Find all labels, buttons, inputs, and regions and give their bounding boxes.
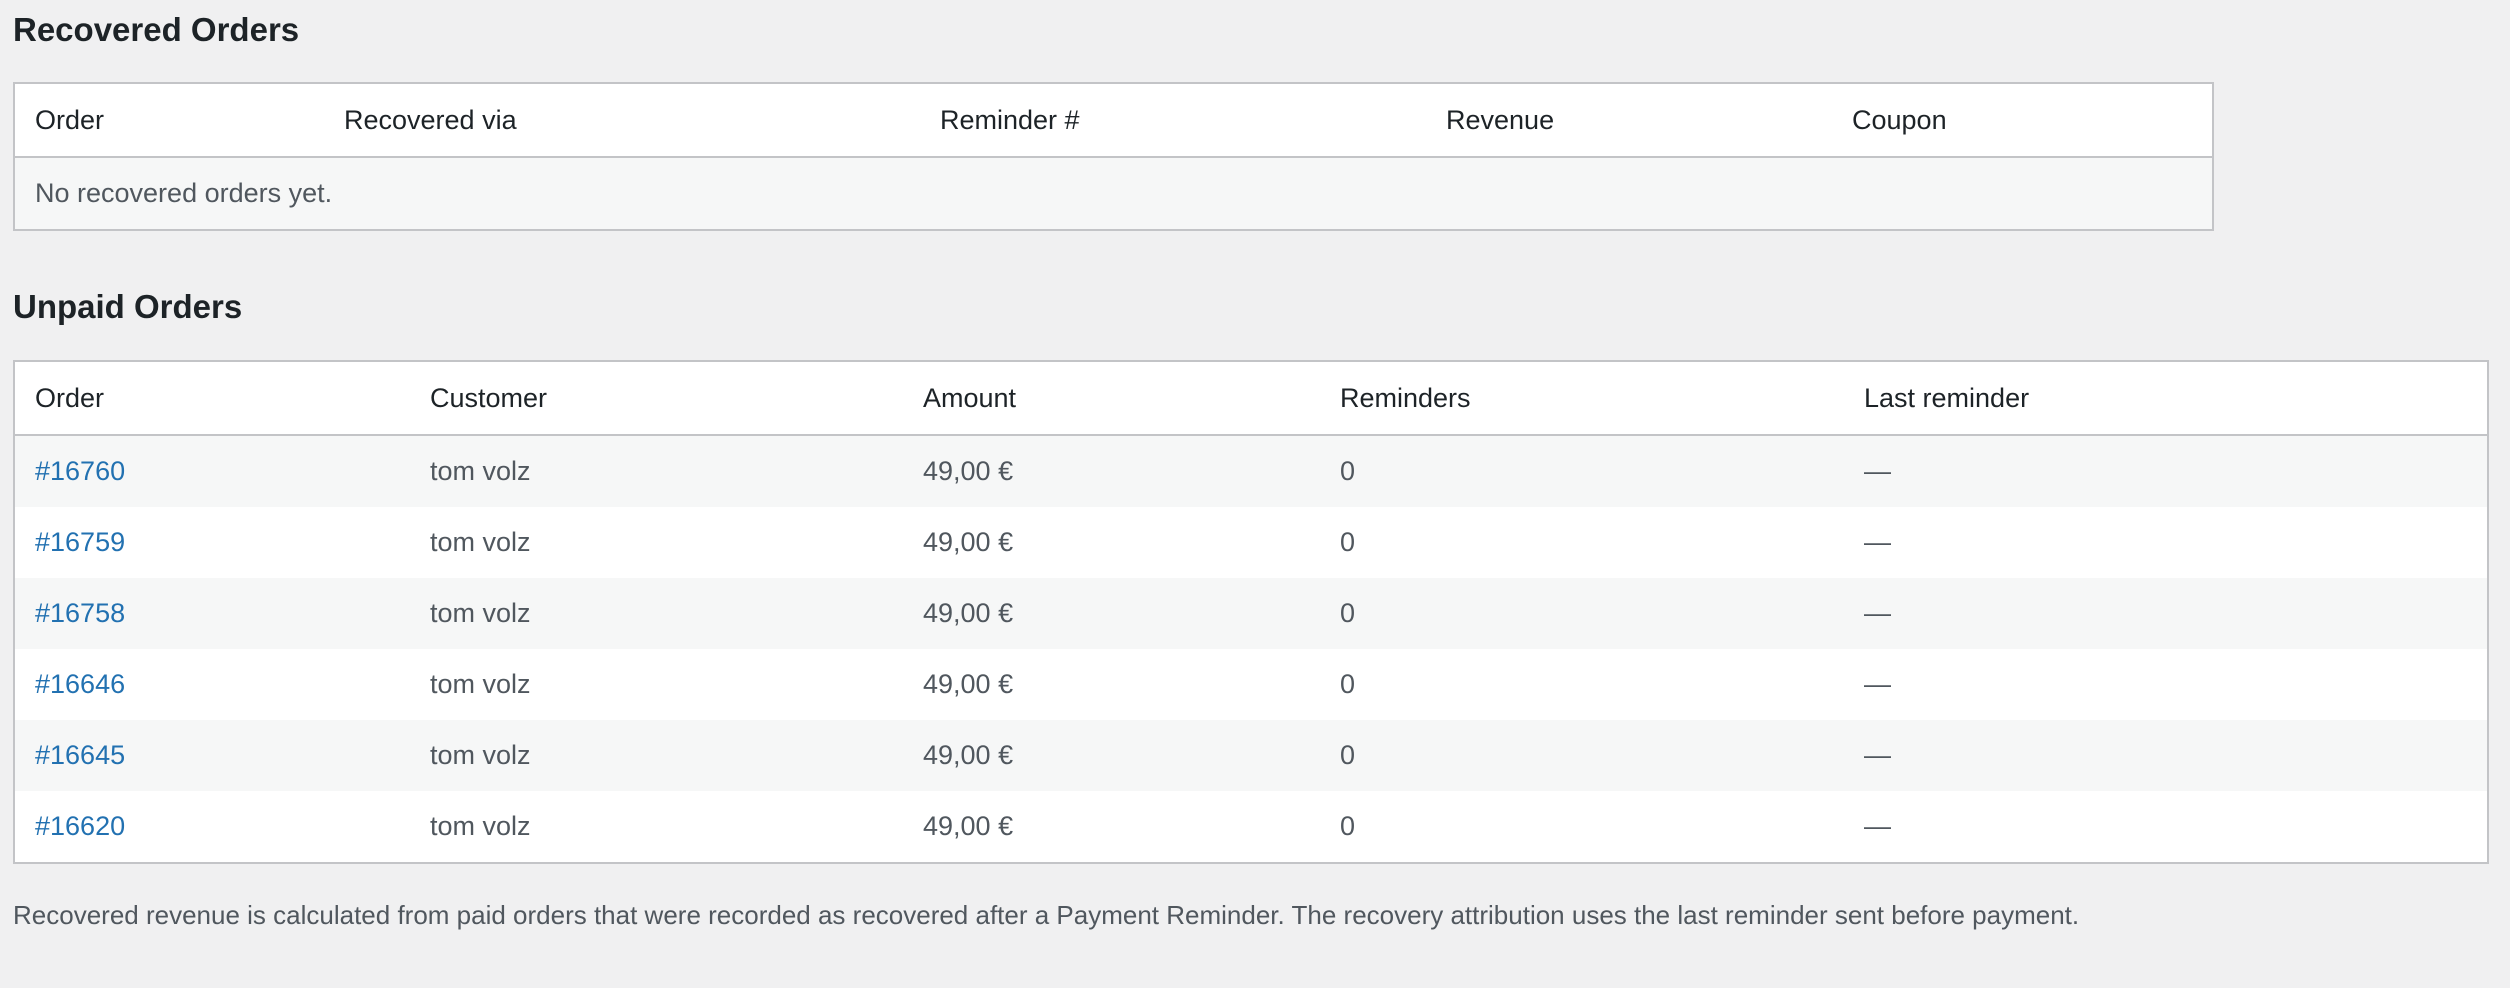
column-header-amount: Amount	[903, 361, 1320, 436]
order-link[interactable]: #16620	[35, 811, 125, 841]
amount-cell: 49,00 €	[903, 507, 1320, 578]
order-link[interactable]: #16645	[35, 740, 125, 770]
reminders-cell: 0	[1320, 578, 1844, 649]
amount-cell: 49,00 €	[903, 720, 1320, 791]
order-link[interactable]: #16760	[35, 456, 125, 486]
order-link[interactable]: #16758	[35, 598, 125, 628]
reminders-cell: 0	[1320, 791, 1844, 863]
reminders-cell: 0	[1320, 649, 1844, 720]
customer-cell: tom volz	[410, 435, 903, 507]
customer-cell: tom volz	[410, 649, 903, 720]
recovered-orders-header-row: Order Recovered via Reminder # Revenue C…	[14, 83, 2213, 158]
order-cell: #16646	[14, 649, 410, 720]
order-cell: #16760	[14, 435, 410, 507]
amount-cell: 49,00 €	[903, 791, 1320, 863]
recovered-orders-title: Recovered Orders	[13, 11, 300, 48]
column-header-order: Order	[14, 83, 324, 158]
order-cell: #16645	[14, 720, 410, 791]
customer-cell: tom volz	[410, 791, 903, 863]
amount-cell: 49,00 €	[903, 578, 1320, 649]
order-cell: #16620	[14, 791, 410, 863]
amount-cell: 49,00 €	[903, 649, 1320, 720]
last-reminder-cell: —	[1844, 578, 2488, 649]
column-header-reminders: Reminders	[1320, 361, 1844, 436]
empty-state-message: No recovered orders yet.	[14, 157, 2213, 230]
table-row: #16646 tom volz 49,00 € 0 —	[14, 649, 2488, 720]
unpaid-orders-table: Order Customer Amount Reminders Last rem…	[13, 360, 2489, 864]
order-link[interactable]: #16759	[35, 527, 125, 557]
table-row: #16759 tom volz 49,00 € 0 —	[14, 507, 2488, 578]
last-reminder-cell: —	[1844, 791, 2488, 863]
customer-cell: tom volz	[410, 578, 903, 649]
recovered-orders-table: Order Recovered via Reminder # Revenue C…	[13, 82, 2214, 231]
last-reminder-cell: —	[1844, 649, 2488, 720]
unpaid-orders-title: Unpaid Orders	[13, 288, 243, 325]
table-row: #16758 tom volz 49,00 € 0 —	[14, 578, 2488, 649]
column-header-reminder-number: Reminder #	[920, 83, 1426, 158]
last-reminder-cell: —	[1844, 507, 2488, 578]
column-header-order: Order	[14, 361, 410, 436]
column-header-last-reminder: Last reminder	[1844, 361, 2488, 436]
last-reminder-cell: —	[1844, 720, 2488, 791]
table-row: #16620 tom volz 49,00 € 0 —	[14, 791, 2488, 863]
customer-cell: tom volz	[410, 507, 903, 578]
last-reminder-cell: —	[1844, 435, 2488, 507]
reminders-cell: 0	[1320, 435, 1844, 507]
recovery-explanation-note: Recovered revenue is calculated from pai…	[13, 900, 2080, 930]
unpaid-orders-header-row: Order Customer Amount Reminders Last rem…	[14, 361, 2488, 436]
amount-cell: 49,00 €	[903, 435, 1320, 507]
column-header-coupon: Coupon	[1832, 83, 2213, 158]
table-row: #16645 tom volz 49,00 € 0 —	[14, 720, 2488, 791]
column-header-recovered-via: Recovered via	[324, 83, 920, 158]
order-cell: #16758	[14, 578, 410, 649]
order-link[interactable]: #16646	[35, 669, 125, 699]
column-header-customer: Customer	[410, 361, 903, 436]
reminders-cell: 0	[1320, 720, 1844, 791]
column-header-revenue: Revenue	[1426, 83, 1832, 158]
customer-cell: tom volz	[410, 720, 903, 791]
order-cell: #16759	[14, 507, 410, 578]
table-row: #16760 tom volz 49,00 € 0 —	[14, 435, 2488, 507]
reminders-cell: 0	[1320, 507, 1844, 578]
empty-state-row: No recovered orders yet.	[14, 157, 2213, 230]
